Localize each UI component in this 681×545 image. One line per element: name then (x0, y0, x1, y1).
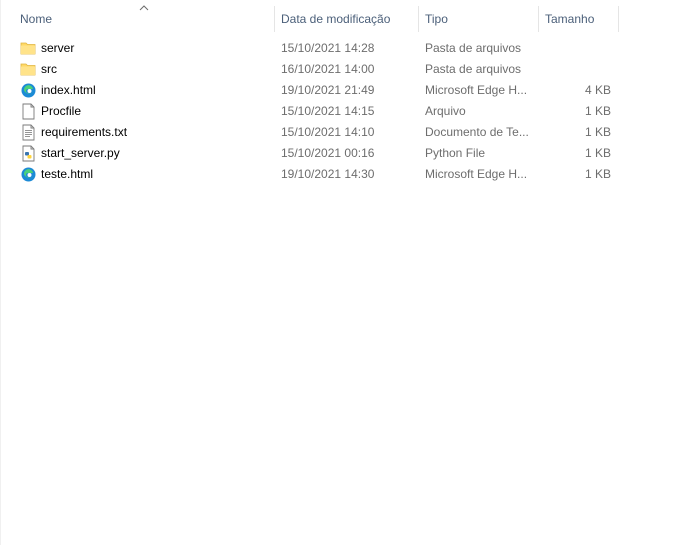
file-type: Microsoft Edge H... (425, 167, 528, 181)
file-size: 1 KB (584, 125, 611, 139)
file-size: 1 KB (584, 146, 611, 160)
file-date: 15/10/2021 14:28 (281, 41, 375, 55)
folder-icon (20, 63, 36, 76)
column-separator[interactable] (538, 6, 539, 32)
file-row-requirements-txt[interactable]: requirements.txt 15/10/2021 14:10 Docume… (16, 122, 616, 143)
file-type: Microsoft Edge H... (425, 83, 528, 97)
file-name[interactable]: start_server.py (41, 143, 120, 164)
file-date: 15/10/2021 14:15 (281, 104, 375, 118)
column-header-size[interactable]: Tamanho (545, 6, 594, 32)
file-name[interactable]: teste.html (41, 164, 93, 185)
sort-ascending-icon (139, 5, 149, 11)
column-separator[interactable] (618, 6, 619, 32)
text-file-icon (22, 124, 35, 141)
file-name[interactable]: index.html (41, 80, 96, 101)
file-type: Python File (425, 146, 486, 160)
column-header-type[interactable]: Tipo (425, 6, 448, 32)
file-type: Arquivo (425, 104, 466, 118)
file-date: 19/10/2021 14:30 (281, 167, 375, 181)
file-icon (22, 103, 35, 120)
file-size: 1 KB (584, 104, 611, 118)
file-date: 15/10/2021 14:10 (281, 125, 375, 139)
column-separator[interactable] (418, 6, 419, 32)
file-type: Pasta de arquivos (425, 41, 522, 55)
file-row-src[interactable]: src 16/10/2021 14:00 Pasta de arquivos (16, 59, 616, 80)
edge-icon (21, 83, 36, 98)
column-header-bar: Nome Data de modificação Tipo Tamanho (0, 0, 681, 38)
edge-icon (21, 167, 36, 182)
column-separator[interactable] (274, 6, 275, 32)
file-name[interactable]: Procfile (41, 101, 81, 122)
file-name[interactable]: requirements.txt (41, 122, 127, 143)
file-date: 16/10/2021 14:00 (281, 62, 375, 76)
file-name[interactable]: src (41, 59, 57, 80)
file-size: 4 KB (584, 83, 611, 97)
file-date: 15/10/2021 00:16 (281, 146, 375, 160)
file-row-start-server-py[interactable]: start_server.py 15/10/2021 00:16 Python … (16, 143, 616, 164)
column-header-date[interactable]: Data de modificação (281, 6, 390, 32)
file-list-pane: Nome Data de modificação Tipo Tamanho se… (0, 0, 681, 545)
folder-icon (20, 42, 36, 55)
file-size: 1 KB (584, 167, 611, 181)
file-row-server[interactable]: server 15/10/2021 14:28 Pasta de arquivo… (16, 38, 616, 59)
pane-border (0, 0, 1, 545)
column-header-name[interactable]: Nome (20, 6, 52, 32)
python-file-icon (22, 145, 35, 162)
file-date: 19/10/2021 21:49 (281, 83, 375, 97)
file-row-teste-html[interactable]: teste.html 19/10/2021 14:30 Microsoft Ed… (16, 164, 616, 185)
file-row-procfile[interactable]: Procfile 15/10/2021 14:15 Arquivo 1 KB (16, 101, 616, 122)
file-name[interactable]: server (41, 38, 74, 59)
file-type: Pasta de arquivos (425, 62, 522, 76)
file-row-index-html[interactable]: index.html 19/10/2021 21:49 Microsoft Ed… (16, 80, 616, 101)
file-type: Documento de Te... (425, 125, 529, 139)
